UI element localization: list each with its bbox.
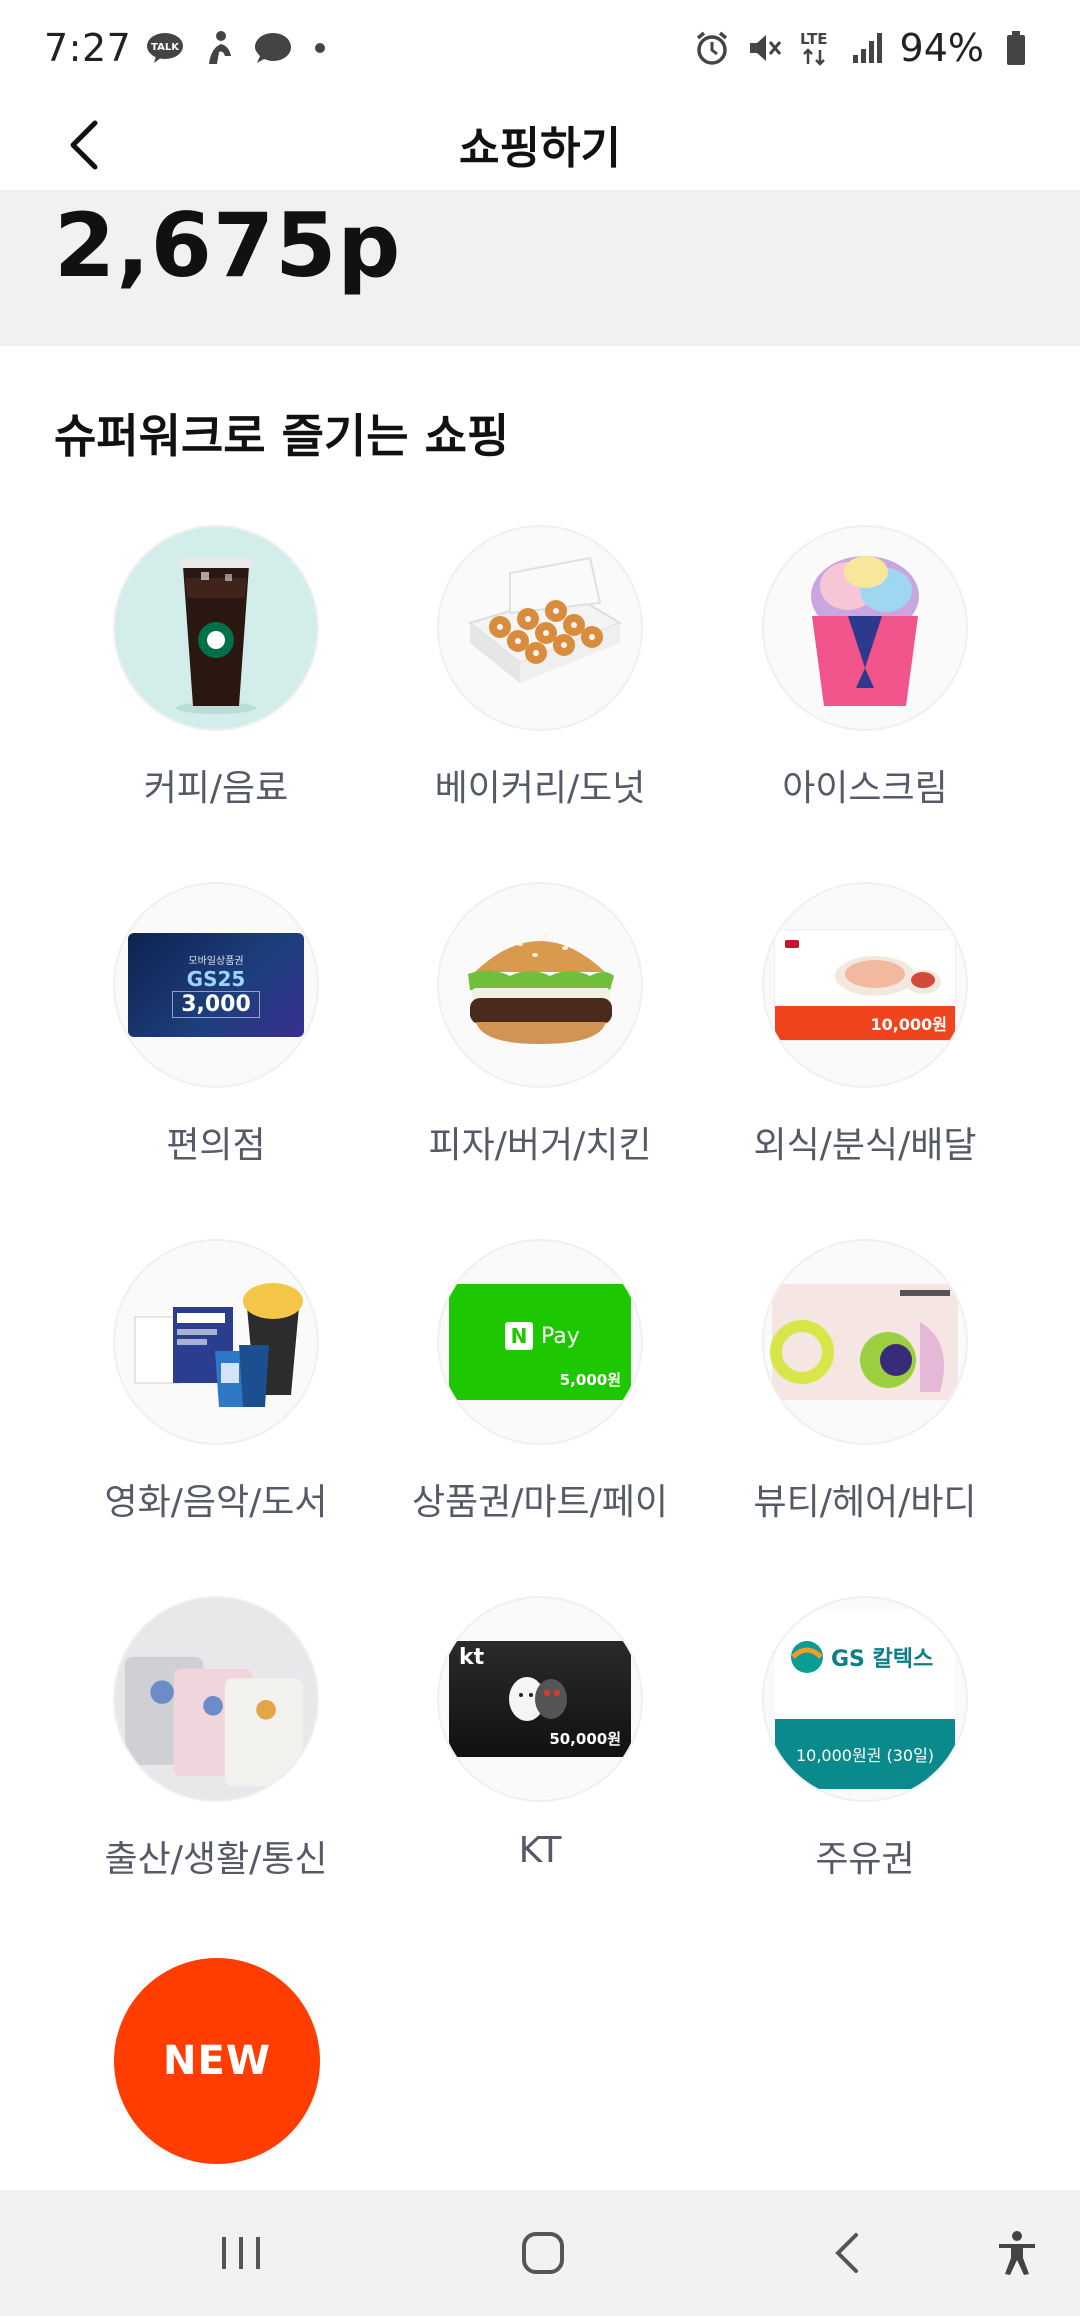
status-right: LTE 94% — [692, 26, 1036, 70]
back-nav-button[interactable] — [812, 2220, 882, 2286]
home-icon — [522, 2232, 564, 2274]
category-label: 베이커리/도넛 — [434, 768, 646, 809]
category-living[interactable]: 출산/생활/통신 — [66, 1596, 366, 1926]
kt-card-icon: kt 50,000원 — [437, 1596, 643, 1802]
card-amount-text: 50,000원 — [549, 1730, 621, 1748]
accessibility-button[interactable] — [982, 2220, 1052, 2286]
card-amount-text: 10,000원 — [870, 1015, 947, 1034]
points-balance: 2,675p — [54, 194, 402, 297]
category-bakery[interactable]: 베이커리/도넛 — [390, 525, 690, 855]
category-label: 피자/버거/치킨 — [428, 1125, 652, 1166]
back-button[interactable] — [50, 110, 120, 180]
chevron-left-icon — [70, 120, 98, 170]
card-top-text: 모바일상품권 — [188, 956, 244, 967]
chat-bubble-icon — [253, 28, 293, 68]
olive-young-card-icon — [762, 1239, 968, 1445]
category-label: 상품권/마트/페이 — [411, 1482, 669, 1523]
gs-logo-icon — [791, 1641, 823, 1673]
points-band: 2,675p — [0, 190, 1080, 346]
ice-cream-cup-icon — [762, 525, 968, 731]
status-left: 7:27 TALK — [44, 26, 326, 70]
category-movie[interactable]: 영화/음악/도서 — [66, 1239, 366, 1569]
category-convenience[interactable]: 모바일상품권 GS25 3,000 편의점 — [66, 882, 366, 1212]
character-icon — [509, 1677, 567, 1721]
burger-icon — [437, 882, 643, 1088]
home-button[interactable] — [508, 2220, 578, 2286]
mute-icon — [744, 28, 784, 68]
category-label: 외식/분식/배달 — [753, 1125, 977, 1166]
alarm-icon — [692, 28, 732, 68]
category-coffee[interactable]: 커피/음료 — [66, 525, 366, 855]
category-label: 출산/생활/통신 — [104, 1839, 328, 1880]
card-amount-text: 3,000 — [172, 991, 260, 1018]
page-title: 쇼핑하기 — [459, 123, 621, 174]
signal-icon — [848, 28, 888, 68]
gs25-voucher-icon: 모바일상품권 GS25 3,000 — [113, 882, 319, 1088]
category-fuel[interactable]: GS 칼텍스 10,000원권 (30일) 주유권 — [715, 1596, 1015, 1926]
category-label: KT — [518, 1830, 562, 1871]
donut-box-icon — [437, 525, 643, 731]
lte-icon: LTE — [796, 28, 836, 68]
category-dining[interactable]: 10,000원 외식/분식/배달 — [715, 882, 1015, 1212]
category-label: 뷰티/헤어/바디 — [753, 1482, 977, 1523]
battery-icon — [996, 28, 1036, 68]
system-nav-bar — [0, 2190, 1080, 2316]
gs-caltex-card-icon: GS 칼텍스 10,000원권 (30일) — [762, 1596, 968, 1802]
card-brand-text: Pay — [541, 1323, 580, 1349]
category-label: 커피/음료 — [143, 768, 289, 809]
battery-percent: 94% — [899, 26, 984, 70]
talk-icon: TALK — [145, 28, 185, 68]
svg-text:TALK: TALK — [151, 42, 180, 53]
status-time: 7:27 — [44, 26, 132, 70]
notification-dot-icon — [315, 43, 326, 53]
category-pizza-burger[interactable]: 피자/버거/치킨 — [390, 882, 690, 1212]
status-bar: 7:27 TALK LTE 94% — [0, 0, 1080, 96]
category-voucher-pay[interactable]: N Pay 5,000원 상품권/마트/페이 — [390, 1239, 690, 1569]
category-beauty[interactable]: 뷰티/헤어/바디 — [715, 1239, 1015, 1569]
new-label: NEW — [163, 2038, 271, 2084]
card-amount-text: 10,000원권 (30일) — [795, 1746, 935, 1765]
naver-n-icon: N — [505, 1322, 533, 1350]
walker-icon — [199, 28, 239, 68]
card-brand-text: kt — [459, 1645, 485, 1670]
back-icon — [835, 2233, 858, 2273]
new-button[interactable]: NEW — [114, 1958, 320, 2164]
card-brand-text: GS25 — [186, 967, 246, 991]
recent-apps-icon — [222, 2237, 260, 2269]
category-label: 영화/음악/도서 — [104, 1482, 328, 1523]
recent-apps-button[interactable] — [206, 2220, 276, 2286]
accessibility-icon — [999, 2231, 1035, 2275]
svg-text:LTE: LTE — [800, 30, 828, 48]
restaurant-voucher-icon: 10,000원 — [762, 882, 968, 1088]
card-brand-text: GS 칼텍스 — [831, 1647, 934, 1672]
category-icecream[interactable]: 아이스크림 — [715, 525, 1015, 855]
category-label: 주유권 — [815, 1839, 915, 1880]
category-kt[interactable]: kt 50,000원 KT — [390, 1596, 690, 1926]
category-label: 아이스크림 — [782, 768, 948, 809]
app-header: 쇼핑하기 — [0, 96, 1080, 192]
towels-icon — [113, 1596, 319, 1802]
naver-pay-card-icon: N Pay 5,000원 — [437, 1239, 643, 1445]
category-label: 편의점 — [166, 1125, 266, 1166]
movie-ticket-icon — [113, 1239, 319, 1445]
card-amount-text: 5,000원 — [559, 1371, 621, 1389]
section-title: 슈퍼워크로 즐기는 쇼핑 — [54, 409, 510, 463]
iced-coffee-icon — [113, 525, 319, 731]
